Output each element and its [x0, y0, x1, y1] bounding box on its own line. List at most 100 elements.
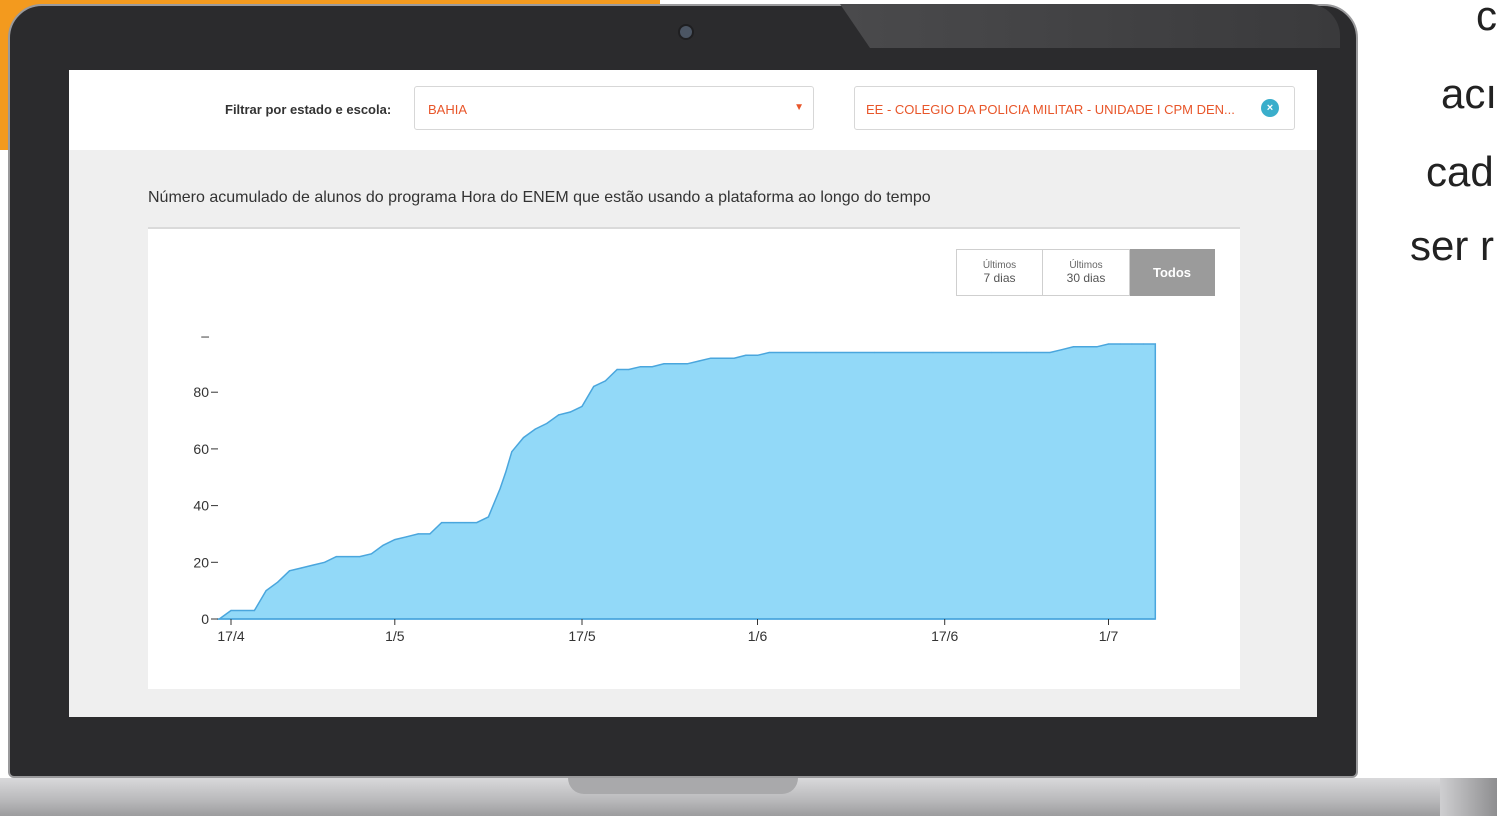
laptop-base-edge [1440, 778, 1497, 816]
side-text-line: cad [1426, 148, 1494, 195]
chart-card: 17/4 1/5 17/5 1/6 17/6 1/7 0 20 40 60 80 – Últimos … [148, 227, 1240, 689]
data-point [710, 357, 712, 359]
y-tick-label: 20 [193, 554, 209, 570]
range-all-button[interactable]: Todos [1130, 249, 1215, 296]
range-button-line1: Últimos [1069, 260, 1103, 271]
data-point [698, 360, 700, 362]
data-point [1131, 343, 1133, 345]
data-point [651, 366, 653, 368]
caret-down-icon: ▼ [794, 102, 804, 113]
data-point [1049, 351, 1051, 354]
data-point [534, 428, 536, 430]
data-point [324, 561, 326, 563]
range-button-line1: Últimos [982, 260, 1017, 271]
filter-bar: Filtrar por estado e escola: BAHIA ▼ EE … [69, 70, 1317, 150]
data-point [756, 354, 759, 356]
side-text-line: c [1476, 0, 1497, 39]
range-7-days-button[interactable]: Últimos 7 dias [956, 249, 1043, 296]
data-point [394, 539, 396, 541]
side-text-line: ser r [1410, 222, 1494, 269]
data-point [429, 533, 431, 535]
data-point [265, 590, 267, 592]
data-point [569, 411, 571, 413]
side-text-line: acı [1441, 70, 1497, 117]
data-point [288, 570, 291, 572]
data-point [546, 422, 548, 424]
data-point [464, 522, 466, 524]
x-tick-label: 1/6 [748, 628, 768, 644]
data-point [721, 357, 724, 359]
data-point [628, 368, 630, 371]
x-tick-label: 17/5 [568, 628, 595, 644]
filter-label: Filtrar por estado e escola: [225, 102, 392, 117]
data-point [405, 536, 408, 538]
y-tick-label: 0 [201, 611, 209, 627]
data-point [768, 351, 770, 354]
data-point [733, 357, 735, 359]
close-circle-icon[interactable]: × [1261, 99, 1279, 117]
data-point [522, 437, 525, 439]
data-point [441, 522, 443, 524]
data-point [1154, 343, 1156, 345]
data-point [253, 609, 255, 612]
data-point [277, 581, 279, 583]
state-select[interactable]: BAHIA ▼ [414, 86, 814, 130]
data-point [1107, 343, 1110, 345]
data-point [686, 363, 688, 365]
range-button-line2: 30 dias [1066, 271, 1106, 285]
data-point [990, 351, 993, 354]
data-point [1072, 346, 1074, 348]
data-point [558, 414, 560, 416]
data-point [370, 553, 372, 555]
area-series [216, 343, 1157, 620]
data-point [1084, 346, 1086, 348]
data-point [359, 556, 361, 558]
data-point [511, 451, 513, 453]
laptop-notch [568, 778, 798, 794]
data-point [300, 567, 302, 569]
camera-icon [678, 24, 694, 40]
data-point [1026, 351, 1028, 354]
school-select[interactable]: EE - COLEGIO DA POLICIA MILITAR - UNIDAD… [854, 86, 1295, 130]
data-point [335, 556, 337, 558]
data-point [505, 471, 507, 473]
data-point [815, 351, 817, 354]
data-point [581, 405, 583, 407]
data-point [476, 522, 478, 524]
data-point [873, 351, 876, 354]
laptop-screen: Filtrar por estado e escola: BAHIA ▼ EE … [69, 70, 1317, 717]
chart-title: Número acumulado de alunos do programa H… [148, 189, 931, 206]
data-point [616, 368, 618, 371]
x-tick-label: 17/6 [931, 628, 958, 644]
data-point [230, 609, 232, 612]
data-point [1061, 349, 1063, 351]
x-tick-label: 17/4 [217, 628, 244, 644]
data-point [675, 363, 677, 365]
x-tick-label: 1/7 [1099, 628, 1119, 644]
data-point [663, 363, 665, 365]
school-select-value: EE - COLEGIO DA POLICIA MILITAR - UNIDAD… [866, 102, 1235, 117]
y-tick-label: 40 [193, 498, 209, 514]
data-point [593, 385, 595, 388]
data-point [1096, 346, 1098, 348]
data-point [382, 544, 384, 546]
data-point [499, 488, 501, 490]
x-tick-label: 1/5 [385, 628, 405, 644]
y-tick-label: 80 [193, 384, 209, 400]
data-point [1143, 343, 1145, 345]
data-point [745, 354, 747, 356]
data-point [312, 564, 314, 566]
area-chart: 17/4 1/5 17/5 1/6 17/6 1/7 0 20 40 60 80 – [193, 328, 1157, 644]
data-point [452, 522, 454, 524]
data-point [639, 366, 642, 368]
data-point [604, 380, 606, 382]
data-point [417, 533, 419, 535]
y-tick-label: 60 [193, 441, 209, 457]
data-point [1119, 343, 1121, 345]
state-select-value: BAHIA [428, 102, 468, 117]
range-button-line2: 7 dias [983, 271, 1016, 285]
range-button-label: Todos [1152, 265, 1192, 280]
data-point [932, 351, 934, 354]
data-point [487, 516, 489, 518]
range-30-days-button[interactable]: Últimos 30 dias [1043, 249, 1130, 296]
